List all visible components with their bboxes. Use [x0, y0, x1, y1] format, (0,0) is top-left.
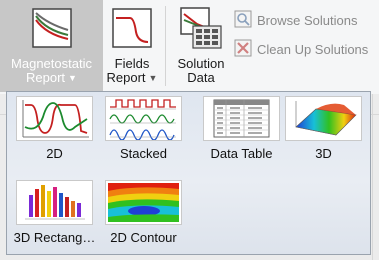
ribbon-separator — [165, 6, 166, 86]
menu-item-data-table-label: Data Table — [210, 146, 273, 161]
clean-up-solutions-button[interactable]: Clean Up Solutions — [234, 39, 368, 60]
clean-up-solutions-icon — [234, 39, 252, 60]
fields-report-icon — [112, 8, 152, 48]
browse-solutions-button[interactable]: Browse Solutions — [234, 10, 357, 31]
magnetostatic-report-button[interactable]: Magnetostatic Report ▼ — [0, 0, 103, 92]
solution-data-button[interactable]: Solution Data — [170, 0, 232, 92]
menu-item-2d-contour[interactable]: 2D Contour — [105, 180, 182, 245]
2d-contour-plot-icon — [105, 180, 182, 225]
ribbon-toolbar: Magnetostatic Report ▼ Fields Report ▼ S… — [0, 0, 379, 94]
browse-solutions-icon — [234, 10, 252, 31]
report-type-dropdown: 2D Stacked Data Table 3D 3D Rectang… 2D … — [6, 91, 371, 255]
magnetostatic-report-label-line1: Magnetostatic — [11, 56, 92, 71]
solution-data-label-line1: Solution — [177, 56, 225, 71]
menu-item-2d-contour-label: 2D Contour — [110, 230, 177, 245]
menu-item-3d-rectangular[interactable]: 3D Rectang… — [13, 180, 96, 245]
menu-item-stacked-label: Stacked — [120, 146, 167, 161]
3d-plot-icon — [285, 96, 362, 141]
magnetostatic-report-label-line2: Report — [26, 70, 66, 85]
3d-rectangular-plot-icon — [16, 180, 93, 225]
menu-item-3d-label: 3D — [315, 146, 332, 161]
chevron-down-icon: ▼ — [148, 73, 158, 83]
fields-report-label-line1: Fields — [114, 56, 150, 71]
menu-item-stacked[interactable]: Stacked — [105, 96, 182, 161]
chevron-down-icon: ▼ — [68, 73, 77, 83]
magnetostatic-report-icon — [31, 8, 72, 48]
2d-plot-icon — [16, 96, 93, 141]
menu-item-3d-rectangular-label: 3D Rectang… — [13, 230, 96, 245]
menu-item-3d[interactable]: 3D — [285, 96, 362, 161]
browse-solutions-label: Browse Solutions — [257, 13, 358, 28]
fields-report-button[interactable]: Fields Report ▼ — [104, 0, 160, 92]
menu-item-2d[interactable]: 2D — [16, 96, 93, 161]
stacked-plot-icon — [105, 96, 182, 141]
menu-item-data-table[interactable]: Data Table — [203, 96, 280, 161]
clean-up-solutions-label: Clean Up Solutions — [257, 42, 369, 57]
workspace-divider — [372, 94, 373, 260]
solution-data-label-line2: Data — [187, 70, 215, 85]
solution-data-icon — [179, 6, 223, 50]
menu-item-2d-label: 2D — [46, 146, 63, 161]
data-table-icon — [203, 96, 280, 141]
fields-report-label-line2: Report — [106, 70, 146, 85]
